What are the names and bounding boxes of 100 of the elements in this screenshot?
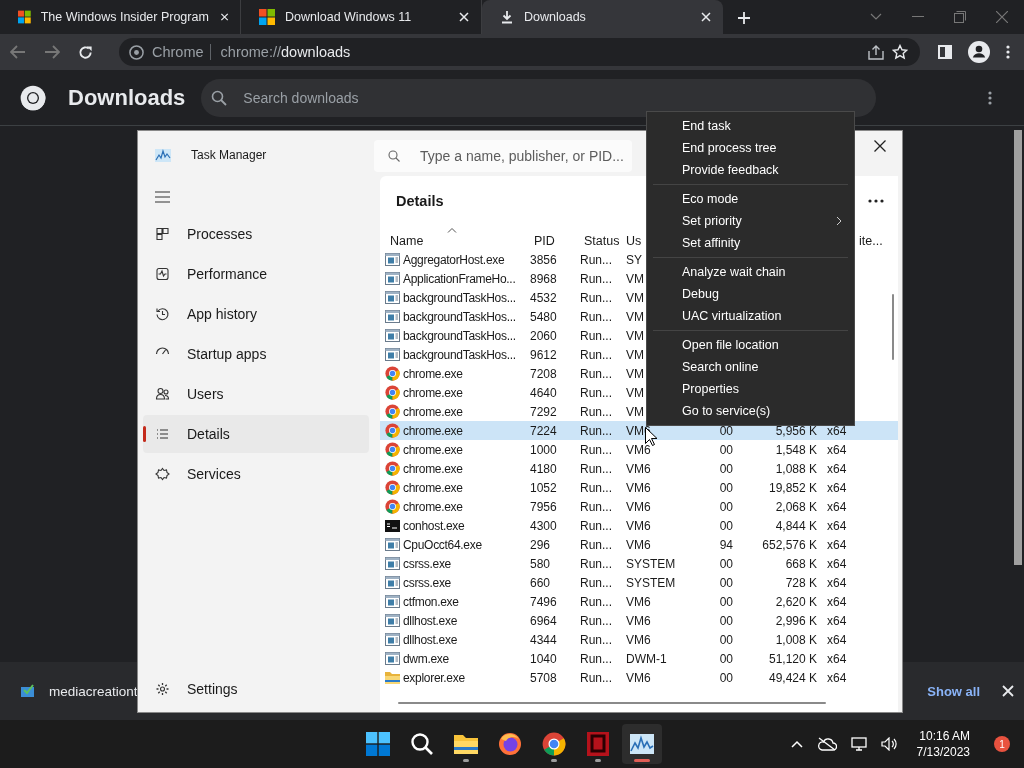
chrome-icon bbox=[385, 423, 400, 438]
nav-item[interactable]: Processes bbox=[143, 215, 369, 253]
menu-item[interactable]: Eco mode bbox=[647, 188, 854, 210]
puzzle-icon bbox=[155, 467, 170, 481]
cloud-off-icon[interactable] bbox=[816, 737, 837, 751]
clock[interactable]: 10:16 AM 7/13/2023 bbox=[916, 729, 970, 759]
firefox-icon[interactable] bbox=[498, 732, 522, 756]
back-icon[interactable] bbox=[10, 45, 26, 59]
volume-icon[interactable] bbox=[880, 737, 897, 751]
search-field[interactable]: Type a name, publisher, or PID... bbox=[374, 140, 632, 172]
cpu-cell-text: 00 bbox=[719, 670, 734, 685]
more-icon[interactable] bbox=[868, 199, 884, 203]
column-header[interactable]: Status bbox=[584, 226, 620, 250]
process-name[interactable]: CpuOcct64.exe bbox=[403, 537, 482, 552]
process-name[interactable]: explorer.exe bbox=[403, 670, 465, 685]
reload-icon[interactable] bbox=[78, 44, 93, 60]
close-icon[interactable] bbox=[457, 10, 471, 24]
menu-item[interactable]: Search online bbox=[647, 356, 854, 378]
search-field[interactable]: Search downloads bbox=[201, 78, 877, 117]
start-icon[interactable] bbox=[366, 732, 390, 756]
address-bar[interactable]: Chrome chrome://downloads bbox=[119, 38, 920, 66]
column-header[interactable]: Name bbox=[390, 226, 458, 250]
menu-item[interactable]: Set priority bbox=[647, 210, 854, 232]
more-icon[interactable] bbox=[988, 90, 992, 105]
browser-tab[interactable]: Downloads bbox=[482, 0, 723, 34]
column-header[interactable]: ite... bbox=[859, 226, 883, 250]
process-name[interactable]: dwm.exe bbox=[403, 651, 449, 666]
date-text: 7/13/2023 bbox=[916, 745, 970, 759]
column-header[interactable]: PID bbox=[534, 226, 555, 250]
notification-badge[interactable]: 1 bbox=[994, 736, 1010, 752]
process-name[interactable]: backgroundTaskHos... bbox=[403, 309, 516, 324]
scrollbar-thumb[interactable] bbox=[892, 294, 894, 360]
column-header[interactable]: Us bbox=[626, 226, 642, 250]
menu-item[interactable]: End task bbox=[647, 115, 854, 137]
menu-item[interactable]: End process tree bbox=[647, 137, 854, 159]
scrollbar-thumb[interactable] bbox=[398, 702, 826, 704]
pid-cell-text: 4180 bbox=[529, 461, 557, 476]
settings-item[interactable]: Settings bbox=[143, 670, 369, 708]
nav-item[interactable]: Services bbox=[143, 455, 369, 493]
chrome-icon bbox=[385, 404, 400, 419]
search-icon[interactable] bbox=[410, 732, 434, 756]
nav-item[interactable]: Performance bbox=[143, 255, 369, 293]
window-icon bbox=[385, 291, 400, 304]
pid-cell-text: 4640 bbox=[529, 385, 557, 400]
menu-item[interactable]: Open file location bbox=[647, 334, 854, 356]
nav-item[interactable]: App history bbox=[143, 295, 369, 333]
forward-icon[interactable] bbox=[44, 45, 60, 59]
menu-icon[interactable] bbox=[1006, 45, 1010, 59]
profile-icon[interactable] bbox=[968, 41, 990, 63]
process-name[interactable]: chrome.exe bbox=[403, 423, 463, 438]
memory-cell-text: 4,844 K bbox=[775, 518, 818, 533]
network-icon[interactable] bbox=[850, 737, 867, 751]
menu-item[interactable]: Set affinity bbox=[647, 232, 854, 254]
task-manager-icon[interactable] bbox=[630, 734, 654, 754]
folder-icon[interactable] bbox=[453, 733, 479, 755]
menu-item[interactable]: UAC virtualization bbox=[647, 305, 854, 327]
process-name[interactable]: backgroundTaskHos... bbox=[403, 290, 516, 305]
process-name[interactable]: chrome.exe bbox=[403, 366, 463, 381]
process-name[interactable]: dllhost.exe bbox=[403, 632, 458, 647]
process-name[interactable]: AggregatorHost.exe bbox=[403, 252, 505, 267]
process-name[interactable]: chrome.exe bbox=[403, 461, 463, 476]
process-name[interactable]: ApplicationFrameHo... bbox=[403, 271, 516, 286]
close-icon[interactable] bbox=[874, 140, 886, 152]
menu-item[interactable]: Properties bbox=[647, 378, 854, 400]
process-name[interactable]: backgroundTaskHos... bbox=[403, 328, 516, 343]
process-name[interactable]: conhost.exe bbox=[403, 518, 465, 533]
process-name[interactable]: dllhost.exe bbox=[403, 613, 458, 628]
scrollbar-thumb[interactable] bbox=[1014, 130, 1022, 565]
process-name[interactable]: csrss.exe bbox=[403, 575, 451, 590]
nav-item[interactable]: Details bbox=[143, 415, 369, 453]
window-icon bbox=[385, 576, 400, 589]
nav-item[interactable]: Startup apps bbox=[143, 335, 369, 373]
window-icon bbox=[385, 557, 400, 570]
app-icon[interactable] bbox=[587, 732, 609, 756]
process-name[interactable]: ctfmon.exe bbox=[403, 594, 459, 609]
side-panel-icon[interactable] bbox=[938, 45, 952, 59]
process-name[interactable]: chrome.exe bbox=[403, 480, 463, 495]
minimize-icon[interactable] bbox=[912, 16, 924, 18]
menu-item[interactable]: Analyze wait chain bbox=[647, 261, 854, 283]
close-icon[interactable] bbox=[699, 10, 713, 24]
chevron-up-icon[interactable] bbox=[790, 740, 803, 748]
pid-cell-text: 4344 bbox=[529, 632, 557, 647]
menu-item[interactable]: Debug bbox=[647, 283, 854, 305]
chevron-down-icon[interactable] bbox=[870, 13, 882, 21]
star-icon[interactable] bbox=[892, 44, 908, 60]
share-icon[interactable] bbox=[868, 44, 884, 60]
file-name[interactable]: mediacreationt bbox=[49, 683, 138, 699]
process-name[interactable]: chrome.exe bbox=[403, 442, 463, 457]
nav-item[interactable]: Users bbox=[143, 375, 369, 413]
process-name[interactable]: csrss.exe bbox=[403, 556, 451, 571]
restore-icon[interactable] bbox=[954, 11, 966, 23]
menu-item[interactable]: Go to service(s) bbox=[647, 400, 854, 422]
process-name[interactable]: backgroundTaskHos... bbox=[403, 347, 516, 362]
process-name[interactable]: chrome.exe bbox=[403, 385, 463, 400]
process-name[interactable]: chrome.exe bbox=[403, 404, 463, 419]
chrome-icon[interactable] bbox=[542, 732, 566, 756]
menu-item[interactable]: Provide feedback bbox=[647, 159, 854, 181]
process-name[interactable]: chrome.exe bbox=[403, 499, 463, 514]
new-tab-icon[interactable] bbox=[737, 11, 751, 25]
show-all-link[interactable]: Show all bbox=[927, 683, 980, 699]
